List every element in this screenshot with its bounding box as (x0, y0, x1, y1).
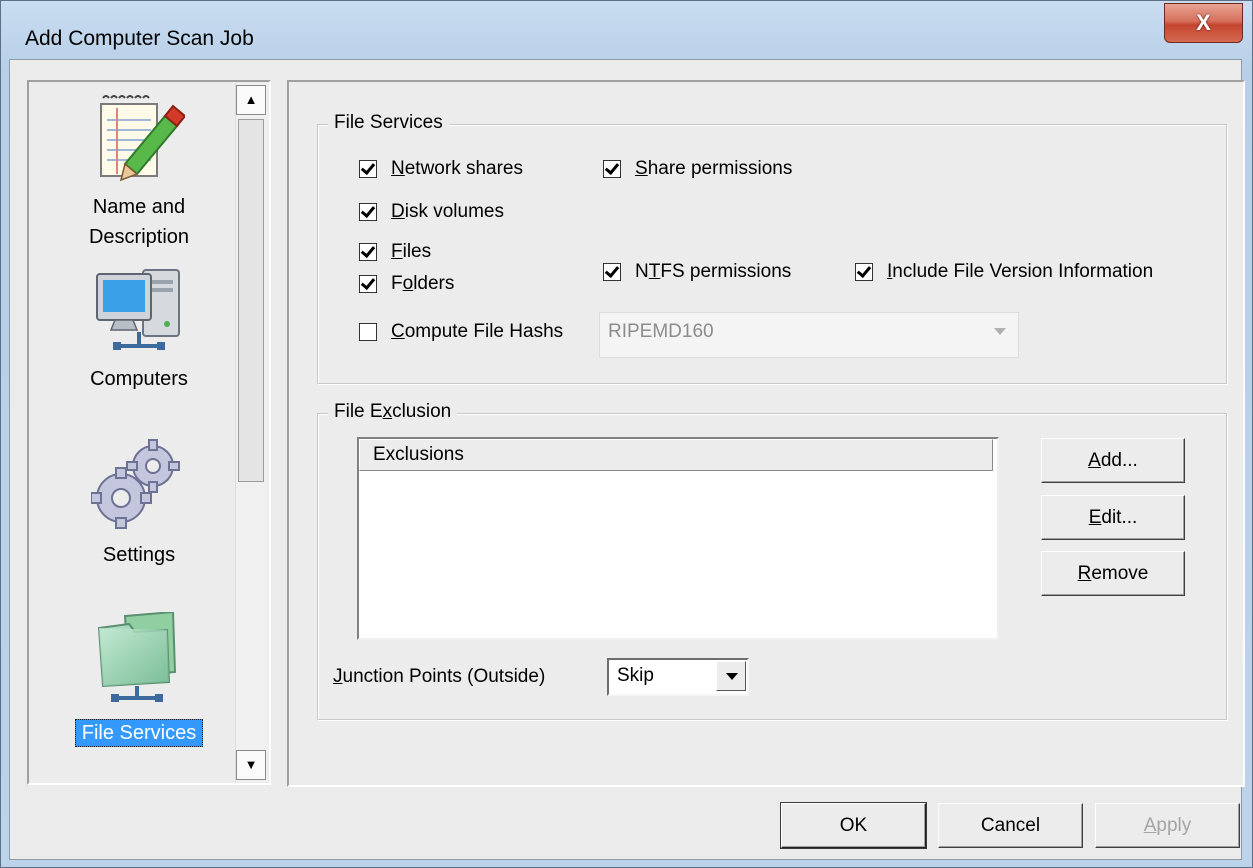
chevron-down-icon (994, 328, 1006, 335)
file-services-legend: File Services (328, 112, 449, 134)
cancel-button[interactable]: Cancel (938, 803, 1083, 848)
ntfs-permissions-checkbox[interactable]: N T FS permissions (603, 261, 791, 283)
button-label: emove (1091, 563, 1149, 584)
checkbox-box[interactable] (855, 263, 873, 281)
access-key: A (1088, 450, 1101, 471)
hash-algorithm-select[interactable]: RIPEMD160 (599, 312, 1019, 358)
disk-volumes-checkbox[interactable]: Disk volumes (359, 201, 504, 223)
button-label: dit... (1101, 507, 1138, 528)
nav-item-settings[interactable]: Settings (29, 438, 249, 578)
label-post: etwork shares (404, 158, 524, 179)
junction-points-select[interactable]: Skip (607, 658, 749, 696)
nav-item-label-line2: Description (88, 226, 190, 248)
edit-button[interactable]: Edit... (1041, 495, 1185, 540)
access-key: E (1088, 507, 1102, 528)
checkbox-box[interactable] (603, 263, 621, 281)
scroll-up-button[interactable]: ▲ (236, 85, 266, 115)
label-post: isk volumes (404, 201, 504, 222)
hash-algorithm-value: RIPEMD160 (608, 321, 714, 342)
file-exclusion-legend: File Exclusion (328, 401, 458, 423)
apply-button[interactable]: Apply (1095, 803, 1240, 848)
label-post: lders (413, 273, 455, 294)
nav-item-label: File Services (29, 718, 249, 748)
access-key: A (1143, 815, 1157, 836)
network-shares-checkbox[interactable]: Network shares (359, 158, 523, 180)
button-label: pply (1156, 815, 1192, 836)
nav-item-computers[interactable]: Computers (29, 266, 249, 396)
main-panel: File Services Network shares Share permi… (287, 80, 1245, 787)
junction-points-label: Junction Points (Outside) (333, 666, 545, 688)
folders-checkbox[interactable]: Fo lders (359, 273, 454, 295)
access-key: D (391, 201, 405, 222)
label-post: iles (402, 241, 432, 262)
nav-item-label: Settings (102, 544, 176, 566)
scroll-down-button[interactable]: ▼ (236, 750, 266, 780)
nav-list: Name and Description Computers Settings … (27, 80, 271, 785)
computer-icon (96, 269, 180, 350)
window-title: Add Computer Scan Job (25, 27, 254, 50)
column-header-exclusions[interactable]: Exclusions (359, 439, 993, 471)
access-key: N (391, 158, 405, 179)
access-key: C (391, 321, 405, 342)
nav-item-label: Computers (90, 368, 188, 390)
access-key: S (635, 158, 648, 179)
checkbox-box[interactable] (359, 160, 377, 178)
checkbox-box[interactable] (603, 160, 621, 178)
include-file-version-checkbox[interactable]: Include File Version Information (855, 261, 1153, 283)
access-key: o (402, 273, 414, 294)
checkbox-box[interactable] (359, 243, 377, 261)
exclusions-list[interactable]: Exclusions (357, 437, 999, 640)
add-button[interactable]: Add... (1041, 438, 1185, 483)
dropdown-button[interactable] (716, 661, 746, 691)
label-post: FS permissions (660, 261, 792, 282)
ok-button[interactable]: OK (780, 802, 927, 849)
nav-item-label: Name and Description (29, 192, 249, 252)
access-key: x (382, 401, 393, 422)
nav-item-label-selected: File Services (74, 719, 204, 747)
access-key: J (333, 666, 343, 687)
label-pre: F (391, 273, 403, 294)
folder-share-icon (97, 612, 177, 702)
dialog-window: Add Computer Scan Job X Name and Descrip… (0, 0, 1253, 868)
access-key: F (391, 241, 403, 262)
legend-post: clusion (392, 401, 452, 422)
scroll-thumb[interactable] (238, 119, 264, 482)
nav-scrollbar[interactable]: ▲ ▼ (235, 83, 268, 782)
access-key: T (648, 261, 661, 282)
label-pre: N (635, 261, 649, 282)
remove-button[interactable]: Remove (1041, 551, 1185, 596)
close-button[interactable]: X (1164, 3, 1243, 43)
access-key: R (1077, 563, 1092, 584)
gears-icon (91, 439, 180, 529)
label-text: unction Points (Outside) (342, 666, 546, 687)
nav-item-name-and-description[interactable]: Name and Description (29, 90, 249, 262)
chevron-down-icon (726, 673, 738, 680)
button-label: dd... (1100, 450, 1138, 471)
nav-item-file-services[interactable]: File Services (29, 612, 249, 762)
files-checkbox[interactable]: Files (359, 241, 431, 263)
share-permissions-checkbox[interactable]: Share permissions (603, 158, 792, 180)
notepad-pencil-icon (100, 95, 185, 182)
compute-file-hashes-checkbox[interactable]: Compute File Hashs (359, 321, 563, 343)
label-post: hare permissions (647, 158, 793, 179)
label-post: ompute File Hashs (404, 321, 564, 342)
checkbox-box[interactable] (359, 323, 377, 341)
junction-points-value: Skip (617, 665, 654, 686)
checkbox-box[interactable] (359, 203, 377, 221)
checkbox-box[interactable] (359, 275, 377, 293)
label-post: nclude File Version Information (892, 261, 1154, 282)
legend-pre: File E (334, 401, 383, 422)
nav-item-label-line1: Name and (92, 196, 186, 218)
